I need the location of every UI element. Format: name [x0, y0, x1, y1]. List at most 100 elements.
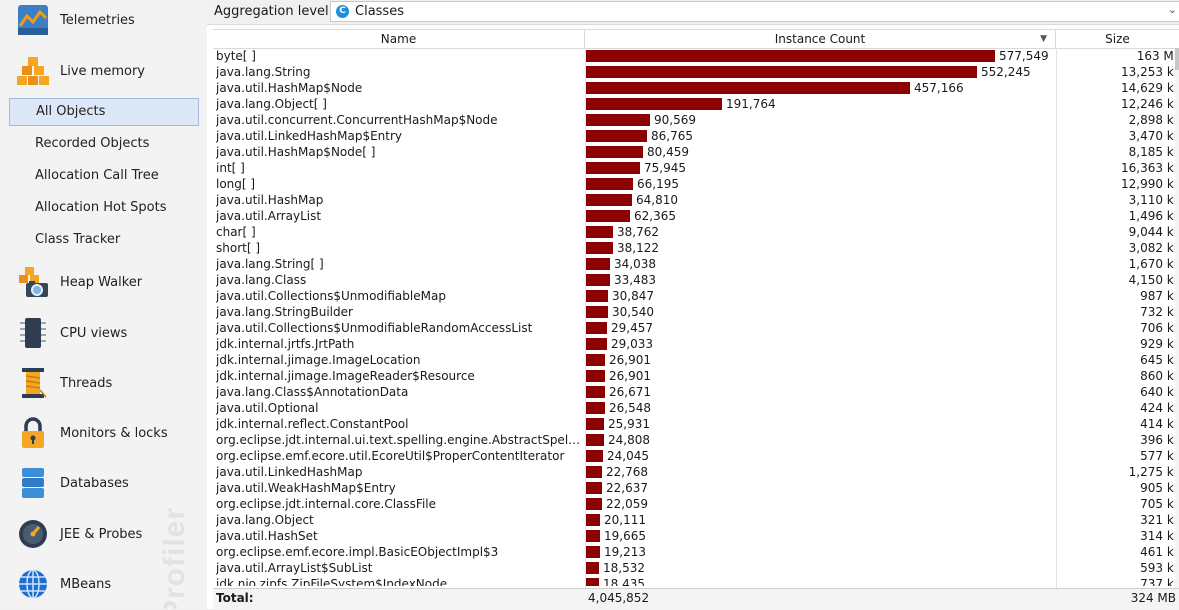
- table-row[interactable]: org.eclipse.emf.ecore.util.EcoreUtil$Pro…: [213, 448, 1175, 464]
- size-cell: 705 kB: [1140, 497, 1175, 511]
- class-name-cell: java.util.LinkedHashMap: [216, 465, 363, 479]
- column-header-name[interactable]: Name: [213, 30, 585, 48]
- vertical-scrollbar[interactable]: [1175, 48, 1179, 588]
- table-row[interactable]: java.lang.Class 33,483 4,150 kB: [213, 272, 1175, 288]
- size-cell: 645 kB: [1140, 353, 1175, 367]
- table-row[interactable]: char[ ] 38,762 9,044 kB: [213, 224, 1175, 240]
- table-row[interactable]: int[ ] 75,945 16,363 kB: [213, 160, 1175, 176]
- table-row[interactable]: java.util.LinkedHashMap 22,768 1,275 kB: [213, 464, 1175, 480]
- nav-label: Databases: [60, 475, 129, 491]
- view-allocation-hot-spots[interactable]: Allocation Hot Spots: [9, 194, 199, 222]
- table-row[interactable]: java.util.HashMap$Node 457,166 14,629 kB: [213, 80, 1175, 96]
- nav-jee-probes[interactable]: JEE & Probes: [0, 516, 206, 552]
- instance-count-cell: 457,166: [914, 81, 964, 95]
- class-name-cell: jdk.internal.jimage.ImageLocation: [216, 353, 421, 367]
- aggregation-level-label: Aggregation level:: [214, 4, 333, 19]
- nav-label: CPU views: [60, 325, 128, 341]
- column-header-label: Instance Count: [774, 32, 866, 46]
- table-row[interactable]: org.eclipse.jdt.internal.core.ClassFile 2…: [213, 496, 1175, 512]
- nav-live-memory[interactable]: Live memory: [0, 54, 206, 88]
- size-cell: 905 kB: [1140, 481, 1175, 495]
- sort-descending-icon: ▼: [1040, 34, 1047, 44]
- aggregation-level-select[interactable]: C Classes ⌄: [330, 1, 1179, 22]
- size-cell: 737 kB: [1140, 577, 1175, 586]
- table-row[interactable]: java.util.HashMap 64,810 3,110 kB: [213, 192, 1175, 208]
- class-name-cell: jdk.internal.jimage.ImageReader$Resource: [216, 369, 475, 383]
- instance-count-bar: [586, 50, 995, 62]
- table-row[interactable]: java.util.concurrent.ConcurrentHashMap$N…: [213, 112, 1175, 128]
- table-row[interactable]: java.util.ArrayList$SubList 18,532 593 kB: [213, 560, 1175, 576]
- nav-label: MBeans: [60, 576, 112, 592]
- table-row[interactable]: jdk.internal.jimage.ImageLocation 26,901 6…: [213, 352, 1175, 368]
- view-class-tracker[interactable]: Class Tracker: [9, 226, 199, 254]
- table-row[interactable]: java.lang.Class$AnnotationData 26,671 640 …: [213, 384, 1175, 400]
- size-cell: 3,110 kB: [1128, 193, 1175, 207]
- all-objects-view: Aggregation level: C Classes ⌄ Name Inst…: [207, 0, 1179, 610]
- table-row[interactable]: java.lang.Object[ ] 191,764 12,246 kB: [213, 96, 1175, 112]
- table-row[interactable]: java.lang.StringBuilder 30,540 732 kB: [213, 304, 1175, 320]
- view-all-objects[interactable]: All Objects: [9, 98, 199, 126]
- instance-count-cell: 30,847: [612, 289, 654, 303]
- column-header-size[interactable]: Size: [1056, 30, 1179, 48]
- nav-telemetries[interactable]: Telemetries: [0, 3, 206, 37]
- table-row[interactable]: java.util.HashMap$Node[ ] 80,459 8,185 kB: [213, 144, 1175, 160]
- instance-count-cell: 552,245: [981, 65, 1031, 79]
- nav-heap-walker[interactable]: Heap Walker: [0, 264, 206, 300]
- table-row[interactable]: java.util.LinkedHashMap$Entry 86,765 3,470…: [213, 128, 1175, 144]
- table-row[interactable]: jdk.internal.jimage.ImageReader$Resource…: [213, 368, 1175, 384]
- instance-count-bar: [586, 578, 599, 586]
- instance-count-bar: [586, 402, 605, 414]
- scrollbar-thumb[interactable]: [1175, 48, 1179, 70]
- nav-monitors-locks[interactable]: Monitors & locks: [0, 415, 206, 451]
- instance-count-bar: [586, 82, 910, 94]
- class-name-cell: jdk.internal.jrtfs.JrtPath: [216, 337, 355, 351]
- instance-count-cell: 34,038: [614, 257, 656, 271]
- instance-count-bar: [586, 370, 605, 382]
- view-recorded-objects[interactable]: Recorded Objects: [9, 130, 199, 158]
- table-row[interactable]: org.eclipse.jdt.internal.ui.text.spellin…: [213, 432, 1175, 448]
- nav-databases[interactable]: Databases: [0, 465, 206, 501]
- size-cell: 987 kB: [1140, 289, 1175, 303]
- table-row[interactable]: jdk.internal.reflect.ConstantPool 25,931 4…: [213, 416, 1175, 432]
- table-row[interactable]: java.util.ArrayList 62,365 1,496 kB: [213, 208, 1175, 224]
- table-row[interactable]: jdk.internal.jrtfs.JrtPath 29,033 929 kB: [213, 336, 1175, 352]
- instance-count-cell: 62,365: [634, 209, 676, 223]
- table-row[interactable]: short[ ] 38,122 3,082 kB: [213, 240, 1175, 256]
- instance-count-cell: 86,765: [651, 129, 693, 143]
- size-cell: 4,150 kB: [1128, 273, 1175, 287]
- instance-count-cell: 22,637: [606, 481, 648, 495]
- instance-count-bar: [586, 258, 610, 270]
- table-row[interactable]: java.lang.String[ ] 34,038 1,670 kB: [213, 256, 1175, 272]
- table-row[interactable]: java.util.Collections$UnmodifiableRandom…: [213, 320, 1175, 336]
- class-name-cell: java.util.Optional: [216, 401, 319, 415]
- view-allocation-call-tree[interactable]: Allocation Call Tree: [9, 162, 199, 190]
- table-row[interactable]: jdk.nio.zipfs.ZipFileSystem$IndexNode 18,…: [213, 576, 1175, 586]
- table-row[interactable]: java.util.HashSet 19,665 314 kB: [213, 528, 1175, 544]
- table-row[interactable]: org.eclipse.emf.ecore.impl.BasicEObjectI…: [213, 544, 1175, 560]
- class-name-cell: java.util.Collections$UnmodifiableRandom…: [216, 321, 533, 335]
- nav-threads[interactable]: Threads: [0, 365, 206, 401]
- size-cell: 414 kB: [1140, 417, 1175, 431]
- table-row[interactable]: java.util.Optional 26,548 424 kB: [213, 400, 1175, 416]
- nav-cpu-views[interactable]: CPU views: [0, 315, 206, 351]
- table-row[interactable]: byte[ ] 577,549 163 MB: [213, 48, 1175, 64]
- instance-count-bar: [586, 482, 602, 494]
- column-header-instance-count[interactable]: Instance Count ▼: [585, 30, 1056, 48]
- size-cell: 640 kB: [1140, 385, 1175, 399]
- nav-label: Monitors & locks: [60, 425, 168, 441]
- instance-count-bar: [586, 354, 605, 366]
- class-name-cell: java.util.WeakHashMap$Entry: [216, 481, 396, 495]
- table-row[interactable]: long[ ] 66,195 12,990 kB: [213, 176, 1175, 192]
- nav-mbeans[interactable]: MBeans: [0, 566, 206, 602]
- instance-count-bar: [586, 178, 633, 190]
- table-row[interactable]: java.util.WeakHashMap$Entry 22,637 905 kB: [213, 480, 1175, 496]
- nav-label: Threads: [60, 375, 113, 391]
- class-name-cell: java.lang.StringBuilder: [216, 305, 353, 319]
- table-row[interactable]: java.lang.String 552,245 13,253 kB: [213, 64, 1175, 80]
- instance-count-bar: [586, 130, 647, 142]
- table-row[interactable]: java.util.Collections$UnmodifiableMap 30,…: [213, 288, 1175, 304]
- size-cell: 732 kB: [1140, 305, 1175, 319]
- class-name-cell: java.util.HashMap$Node: [216, 81, 363, 95]
- instance-count-bar: [586, 194, 632, 206]
- table-row[interactable]: java.lang.Object 20,111 321 kB: [213, 512, 1175, 528]
